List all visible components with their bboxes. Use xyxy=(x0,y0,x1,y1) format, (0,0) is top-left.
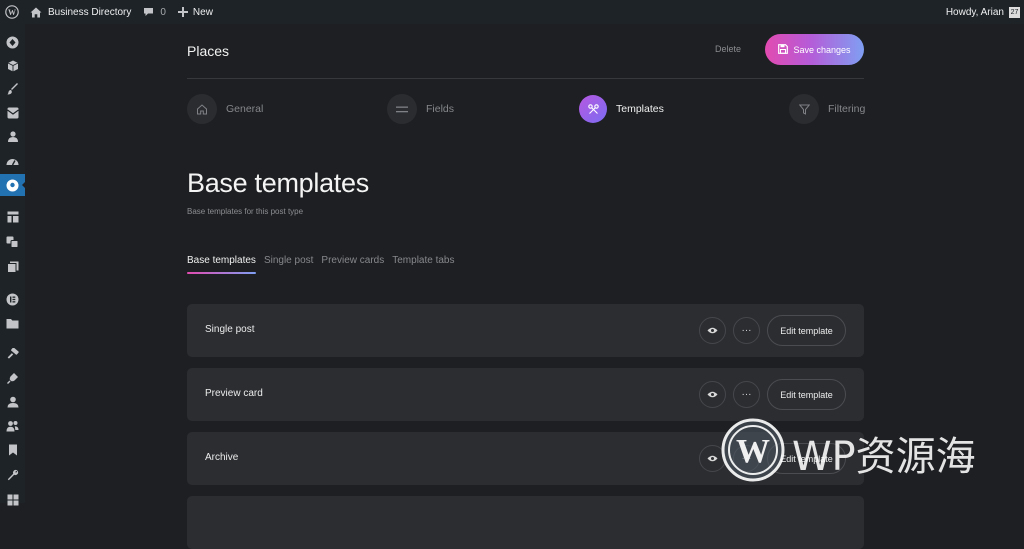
template-name: Single post xyxy=(205,324,255,335)
paintbrush-icon[interactable] xyxy=(0,231,25,253)
preview-button[interactable] xyxy=(699,381,726,408)
user-badge-icon[interactable] xyxy=(0,125,25,147)
save-button[interactable]: Save changes xyxy=(765,34,864,65)
elementor-icon[interactable] xyxy=(0,288,25,310)
plug-icon[interactable] xyxy=(0,367,25,389)
step-label: Templates xyxy=(616,103,664,115)
home-icon xyxy=(187,94,217,124)
step-general[interactable]: General xyxy=(187,94,263,124)
template-name: Preview card xyxy=(205,388,263,399)
watermark: W WP资源海 xyxy=(720,417,976,488)
step-label: Fields xyxy=(426,103,455,115)
delete-button[interactable]: Delete xyxy=(715,44,741,54)
user-icon[interactable] xyxy=(0,391,25,413)
save-icon xyxy=(778,43,789,56)
preview-button[interactable] xyxy=(699,317,726,344)
new-label: New xyxy=(192,6,213,18)
wordpress-logo-icon: W xyxy=(720,417,786,488)
eye-icon xyxy=(707,391,718,398)
tab-single-post[interactable]: Single post xyxy=(264,255,313,274)
template-name: Archive xyxy=(205,452,239,463)
avatar: 27 xyxy=(1009,6,1020,18)
edit-template-button[interactable]: Edit template xyxy=(767,379,846,410)
greeting: Howdy, Arian xyxy=(945,6,1004,18)
site-name: Business Directory xyxy=(48,6,132,18)
users-icon[interactable] xyxy=(0,415,25,437)
header-divider xyxy=(187,78,864,79)
template-tabs: Base templates Single post Preview cards… xyxy=(187,255,455,274)
comment-icon xyxy=(143,7,154,17)
equals-icon xyxy=(387,94,417,124)
tab-preview-cards[interactable]: Preview cards xyxy=(321,255,384,274)
wordpress-logo-icon[interactable]: W xyxy=(0,0,24,24)
filter-icon xyxy=(789,94,819,124)
comments-link[interactable]: 0 xyxy=(137,0,172,24)
plus-icon xyxy=(177,7,188,17)
step-templates[interactable]: Templates xyxy=(579,94,664,124)
account-menu[interactable]: Howdy, Arian 27 xyxy=(945,6,1024,18)
step-label: General xyxy=(226,103,264,115)
svg-text:W: W xyxy=(736,433,770,470)
svg-text:W: W xyxy=(8,8,16,17)
more-button[interactable]: ··· xyxy=(733,381,760,408)
section-title: Base templates xyxy=(187,168,369,198)
tab-base-templates[interactable]: Base templates xyxy=(187,255,256,274)
hammer-icon[interactable] xyxy=(0,343,25,365)
admin-bar: W Business Directory 0 New Howdy, Arian … xyxy=(0,0,1024,24)
cube-badge-icon[interactable] xyxy=(0,31,25,53)
site-link[interactable]: Business Directory xyxy=(24,0,137,24)
tab-template-tabs[interactable]: Template tabs xyxy=(392,255,454,274)
pages-icon[interactable] xyxy=(0,256,25,278)
bookmark-icon[interactable] xyxy=(0,439,25,461)
save-label: Save changes xyxy=(793,44,851,55)
comments-count: 0 xyxy=(160,6,166,18)
grid-mail-icon[interactable] xyxy=(0,102,25,124)
page-title: Places xyxy=(187,43,230,59)
template-row: Preview card ··· Edit template xyxy=(187,368,864,421)
grid-icon[interactable] xyxy=(0,489,25,511)
layout-icon[interactable] xyxy=(0,206,25,228)
step-filtering[interactable]: Filtering xyxy=(789,94,865,124)
gauge-icon[interactable] xyxy=(0,151,25,173)
watermark-text: WP资源海 xyxy=(792,433,976,480)
eye-icon xyxy=(707,327,718,334)
location-pin-icon[interactable] xyxy=(0,174,26,196)
more-button[interactable]: ··· xyxy=(733,317,760,344)
eye-icon xyxy=(707,455,718,462)
section-subtitle: Base templates for this post type xyxy=(187,207,304,216)
template-row xyxy=(187,496,864,549)
brush-icon[interactable] xyxy=(0,78,25,100)
folder-icon[interactable] xyxy=(0,312,25,334)
home-icon xyxy=(30,7,42,18)
step-label: Filtering xyxy=(828,103,866,115)
edit-template-button[interactable]: Edit template xyxy=(767,315,846,346)
box-icon[interactable] xyxy=(0,55,25,77)
new-content-link[interactable]: New xyxy=(172,0,219,24)
admin-sidebar xyxy=(0,24,26,506)
step-fields[interactable]: Fields xyxy=(387,94,454,124)
wrench-icon[interactable] xyxy=(0,464,25,486)
scissors-icon xyxy=(579,95,607,123)
template-row: Single post ··· Edit template xyxy=(187,304,864,357)
